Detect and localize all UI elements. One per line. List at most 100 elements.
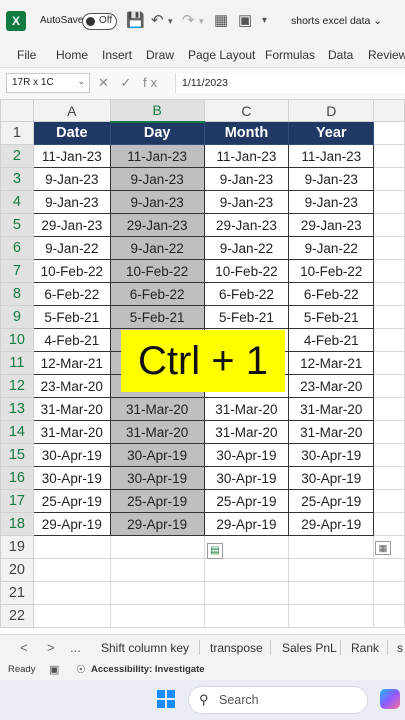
row-header[interactable]: 10 — [0, 328, 34, 352]
row-header[interactable]: 18 — [0, 512, 34, 536]
data-cell[interactable]: 29-Apr-19 — [288, 512, 375, 536]
empty-cell[interactable] — [109, 581, 205, 605]
data-cell[interactable]: 31-Mar-20 — [32, 397, 111, 421]
row-header[interactable]: 3 — [0, 167, 34, 191]
data-cell[interactable]: 9-Jan-23 — [109, 167, 205, 191]
data-cell[interactable]: 9-Jan-23 — [203, 190, 290, 214]
menu-data[interactable]: Data — [328, 48, 353, 62]
empty-cell[interactable] — [32, 558, 111, 582]
empty-cell[interactable] — [32, 535, 111, 559]
data-cell[interactable]: 31-Mar-20 — [288, 397, 375, 421]
header-cell-year[interactable]: Year — [288, 121, 375, 145]
column-header-c[interactable]: C — [203, 99, 290, 122]
data-cell[interactable]: 25-Apr-19 — [288, 489, 375, 513]
data-cell[interactable]: 4-Feb-21 — [32, 328, 111, 352]
data-cell[interactable]: 23-Mar-20 — [288, 374, 375, 398]
chevron-down-icon[interactable]: ⌄ — [77, 76, 85, 87]
empty-cell[interactable] — [373, 167, 405, 191]
data-cell[interactable]: 6-Feb-22 — [203, 282, 290, 306]
row-header[interactable]: 16 — [0, 466, 34, 490]
empty-cell[interactable] — [373, 121, 405, 145]
row-header[interactable]: 4 — [0, 190, 34, 214]
header-cell-date[interactable]: Date — [32, 121, 111, 145]
data-cell[interactable]: 4-Feb-21 — [288, 328, 375, 352]
data-cell[interactable]: 31-Mar-20 — [203, 397, 290, 421]
row-header[interactable]: 22 — [0, 604, 34, 628]
data-cell[interactable]: 30-Apr-19 — [288, 466, 375, 490]
data-cell[interactable]: 10-Feb-22 — [288, 259, 375, 283]
data-cell[interactable]: 30-Apr-19 — [203, 466, 290, 490]
row-header[interactable]: 21 — [0, 581, 34, 605]
data-cell[interactable]: 9-Jan-23 — [32, 190, 111, 214]
data-cell[interactable]: 5-Feb-21 — [32, 305, 111, 329]
empty-cell[interactable] — [288, 581, 375, 605]
tab-prev-icon[interactable]: < — [20, 640, 28, 655]
data-cell[interactable]: 31-Mar-20 — [32, 420, 111, 444]
macro-record-icon[interactable]: ▣ — [49, 663, 59, 676]
tab-partial[interactable]: s — [397, 641, 403, 655]
quick-analysis-icon[interactable]: ▤ — [207, 543, 223, 559]
empty-cell[interactable] — [373, 351, 405, 375]
data-cell[interactable]: 29-Apr-19 — [203, 512, 290, 536]
empty-cell[interactable] — [373, 305, 405, 329]
row-header[interactable]: 11 — [0, 351, 34, 375]
empty-cell[interactable] — [109, 558, 205, 582]
empty-cell[interactable] — [203, 604, 290, 628]
empty-cell[interactable] — [203, 558, 290, 582]
row-header[interactable]: 7 — [0, 259, 34, 283]
undo-icon[interactable]: ↶ — [151, 11, 164, 29]
empty-cell[interactable] — [373, 213, 405, 237]
empty-cell[interactable] — [288, 535, 375, 559]
data-cell[interactable]: 5-Feb-21 — [109, 305, 205, 329]
empty-cell[interactable] — [373, 466, 405, 490]
windows-start-icon[interactable] — [157, 690, 175, 708]
header-cell-month[interactable]: Month — [203, 121, 290, 145]
column-header-a[interactable]: A — [32, 99, 111, 122]
empty-cell[interactable] — [373, 236, 405, 260]
taskbar-search[interactable]: ⚲ Search — [188, 686, 368, 714]
menu-formulas[interactable]: Formulas — [265, 48, 315, 62]
camera-icon[interactable]: ▣ — [238, 11, 252, 29]
copilot-icon[interactable] — [380, 689, 400, 709]
header-cell-day[interactable]: Day — [109, 121, 205, 145]
tab-sales-pnl[interactable]: Sales PnL — [282, 641, 337, 655]
data-cell[interactable]: 31-Mar-20 — [288, 420, 375, 444]
row-header[interactable]: 5 — [0, 213, 34, 237]
menu-file[interactable]: File — [17, 48, 36, 62]
empty-cell[interactable] — [373, 144, 405, 168]
column-header-b[interactable]: B — [109, 99, 205, 123]
data-cell[interactable]: 29-Apr-19 — [32, 512, 111, 536]
redo-dropdown-icon[interactable]: ▾ — [199, 16, 204, 27]
data-cell[interactable]: 5-Feb-21 — [203, 305, 290, 329]
data-cell[interactable]: 29-Jan-23 — [203, 213, 290, 237]
formula-input[interactable]: 1/11/2023 — [175, 73, 405, 93]
data-cell[interactable]: 6-Feb-22 — [32, 282, 111, 306]
empty-cell[interactable] — [373, 190, 405, 214]
data-cell[interactable]: 23-Mar-20 — [32, 374, 111, 398]
row-header[interactable]: 9 — [0, 305, 34, 329]
data-cell[interactable]: 6-Feb-22 — [109, 282, 205, 306]
data-cell[interactable]: 12-Mar-21 — [32, 351, 111, 375]
empty-cell[interactable] — [288, 604, 375, 628]
data-cell[interactable]: 9-Jan-23 — [288, 167, 375, 191]
data-cell[interactable]: 25-Apr-19 — [32, 489, 111, 513]
redo-icon[interactable]: ↷ — [182, 11, 195, 29]
data-cell[interactable]: 5-Feb-21 — [288, 305, 375, 329]
data-cell[interactable]: 30-Apr-19 — [288, 443, 375, 467]
data-cell[interactable]: 9-Jan-23 — [109, 190, 205, 214]
data-cell[interactable]: 29-Jan-23 — [109, 213, 205, 237]
row-header[interactable]: 19 — [0, 535, 34, 559]
data-cell[interactable]: 9-Jan-23 — [203, 167, 290, 191]
tab-transpose[interactable]: transpose — [210, 641, 263, 655]
data-cell[interactable]: 10-Feb-22 — [109, 259, 205, 283]
tab-more-icon[interactable]: ... — [70, 640, 81, 655]
row-header[interactable]: 1 — [0, 121, 34, 145]
empty-cell[interactable] — [373, 604, 405, 628]
data-cell[interactable]: 30-Apr-19 — [109, 443, 205, 467]
row-header[interactable]: 17 — [0, 489, 34, 513]
data-cell[interactable]: 9-Jan-23 — [32, 167, 111, 191]
data-cell[interactable]: 9-Jan-22 — [203, 236, 290, 260]
undo-dropdown-icon[interactable]: ▾ — [168, 16, 173, 27]
data-cell[interactable]: 10-Feb-22 — [32, 259, 111, 283]
data-cell[interactable]: 11-Jan-23 — [288, 144, 375, 168]
